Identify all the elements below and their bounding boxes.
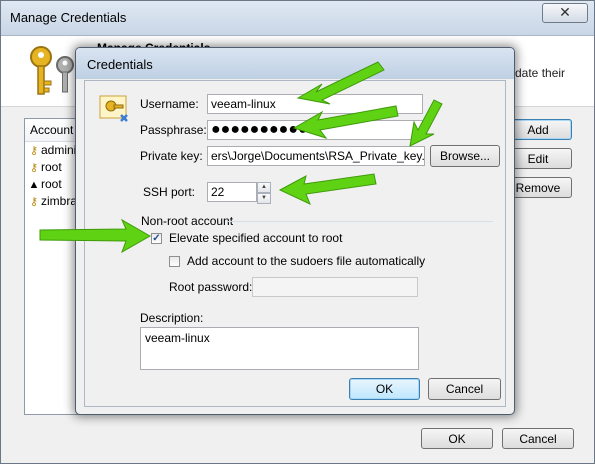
description-textarea[interactable]: veeam-linux — [140, 327, 419, 370]
elevate-checkbox[interactable]: ✓ — [151, 233, 162, 244]
ssh-port-stepper[interactable]: ▲ ▼ — [257, 182, 271, 204]
dialog-title: Credentials — [87, 57, 153, 72]
credentials-dialog: Credentials Username: veeam-linux Passph… — [75, 47, 515, 415]
keys-icon — [30, 46, 74, 95]
outer-title-bar: Manage Credentials ✕ — [1, 1, 594, 36]
passphrase-input[interactable]: ●●●●●●●●●●● — [207, 120, 423, 140]
group-divider — [228, 221, 493, 222]
dialog-title-bar: Credentials — [76, 48, 514, 79]
private-key-input[interactable]: ers\Jorge\Documents\RSA_Private_key.ppk — [207, 146, 425, 166]
penguin-icon: ▲ — [28, 179, 40, 191]
dialog-ok-button[interactable]: OK — [349, 378, 420, 400]
sudoers-checkbox[interactable] — [169, 256, 180, 267]
key-icon: ⚷ — [29, 162, 39, 174]
dialog-body: Username: veeam-linux Passphrase: ●●●●●●… — [84, 80, 506, 407]
stepper-down-icon[interactable]: ▼ — [257, 193, 271, 204]
close-button[interactable]: ✕ — [542, 3, 588, 23]
account-name: zimbra — [41, 194, 78, 208]
dialog-cancel-button[interactable]: Cancel — [428, 378, 501, 400]
non-root-group-label: Non-root account — [141, 214, 234, 228]
username-input[interactable]: veeam-linux — [207, 94, 423, 114]
sudoers-label[interactable]: Add account to the sudoers file automati… — [187, 254, 425, 268]
key-icon: ⚷ — [29, 196, 39, 208]
username-label: Username: — [140, 97, 199, 111]
elevate-label[interactable]: Elevate specified account to root — [169, 231, 342, 245]
browse-button[interactable]: Browse... — [430, 145, 500, 167]
root-password-input[interactable] — [252, 277, 418, 297]
credential-key-icon — [99, 95, 128, 122]
stepper-up-icon[interactable]: ▲ — [257, 182, 271, 193]
outer-cancel-button[interactable]: Cancel — [502, 428, 574, 449]
ssh-port-input[interactable]: 22 — [207, 182, 257, 202]
outer-ok-button[interactable]: OK — [421, 428, 493, 449]
root-password-label: Root password: — [169, 280, 253, 294]
private-key-label: Private key: — [140, 149, 203, 163]
outer-window-title: Manage Credentials — [10, 10, 127, 25]
ssh-port-label: SSH port: — [143, 185, 196, 199]
description-label: Description: — [140, 311, 204, 325]
account-name: root — [41, 177, 62, 191]
outer-description: date their — [515, 66, 566, 80]
key-icon: ⚷ — [29, 145, 39, 157]
passphrase-label: Passphrase: — [140, 123, 207, 137]
account-name: root — [41, 160, 62, 174]
